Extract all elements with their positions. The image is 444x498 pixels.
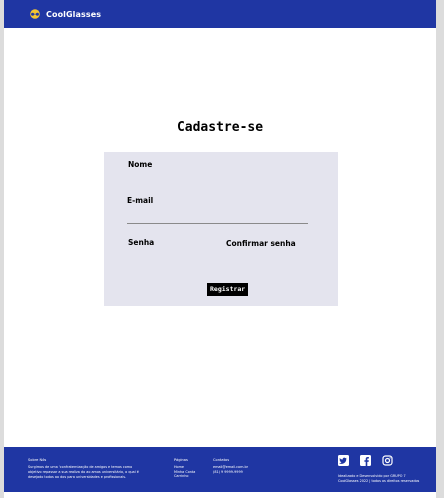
footer-credits: Idealizado e Desenvolvido por GRUPO 7 Co… xyxy=(338,474,434,484)
register-form: Nome E-mail Senha Confirmar senha Regist… xyxy=(104,152,338,306)
footer-contact-heading: Contatos xyxy=(213,458,230,462)
top-navbar: CoolGlasses xyxy=(4,0,436,28)
confirm-password-label: Confirmar senha xyxy=(226,239,296,248)
email-label: E-mail xyxy=(127,196,154,205)
glasses-logo-icon xyxy=(30,9,40,19)
name-label: Nome xyxy=(128,160,153,169)
footer: Sobre Nós Surgimos de uma 'confraterniza… xyxy=(4,447,436,492)
footer-link-cart[interactable]: Carrinho xyxy=(174,474,189,479)
confirm-password-input[interactable] xyxy=(226,250,308,262)
name-input[interactable] xyxy=(128,172,308,184)
page: CoolGlasses Cadastre-se Nome E-mail Senh… xyxy=(4,0,436,498)
footer-contact-phone: (81) 9 9999-9999 xyxy=(213,469,243,474)
password-input[interactable] xyxy=(128,250,210,262)
footer-about-heading: Sobre Nós xyxy=(28,458,47,462)
footer-pages-heading: Páginas xyxy=(174,458,188,462)
twitter-icon[interactable] xyxy=(338,455,349,466)
page-title: Cadastre-se xyxy=(176,120,264,135)
brand-home-link[interactable]: CoolGlasses xyxy=(28,9,101,19)
email-input[interactable] xyxy=(127,212,308,224)
footer-credits-line2: CoolGlasses 2022 | todos os direitos res… xyxy=(338,479,420,483)
instagram-icon[interactable] xyxy=(382,455,393,466)
register-button[interactable]: Registrar xyxy=(207,283,249,296)
facebook-icon[interactable] xyxy=(360,455,371,466)
footer-about-text: Surgimos de uma 'confraternização de ami… xyxy=(28,465,139,479)
brand-name: CoolGlasses xyxy=(46,9,102,19)
password-label: Senha xyxy=(128,238,155,247)
